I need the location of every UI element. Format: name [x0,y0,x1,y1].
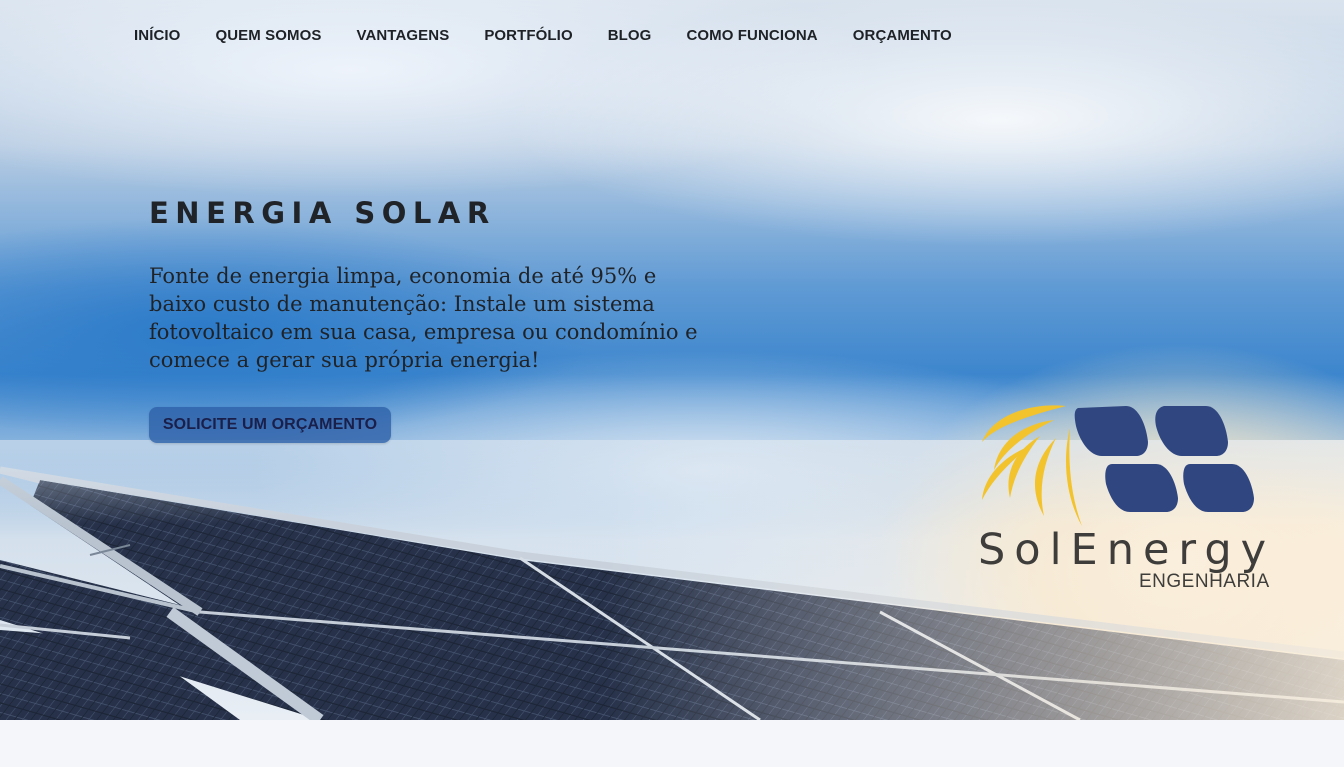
request-quote-button[interactable]: SOLICITE UM ORÇAMENTO [149,407,391,443]
hero-title: ENERGIA SOLAR [149,196,496,230]
hero-section: INÍCIO QUEM SOMOS VANTAGENS PORTFÓLIO BL… [0,0,1344,720]
nav-item-portfolio[interactable]: PORTFÓLIO [484,27,572,45]
nav-item-blog[interactable]: BLOG [608,27,652,45]
hero-description: Fonte de energia limpa, economia de até … [149,264,698,372]
nav-item-como-funciona[interactable]: COMO FUNCIONA [686,27,817,45]
nav-item-inicio[interactable]: INÍCIO [134,27,180,45]
nav-item-orcamento[interactable]: ORÇAMENTO [853,27,952,45]
main-nav: INÍCIO QUEM SOMOS VANTAGENS PORTFÓLIO BL… [134,27,987,45]
content-area [0,720,1344,767]
nav-item-vantagens[interactable]: VANTAGENS [356,27,449,45]
logo-subtitle: ENGENHARIA [1139,571,1270,592]
nav-item-quem-somos[interactable]: QUEM SOMOS [215,27,321,45]
logo-wordmark: SolEnergy [978,525,1276,575]
